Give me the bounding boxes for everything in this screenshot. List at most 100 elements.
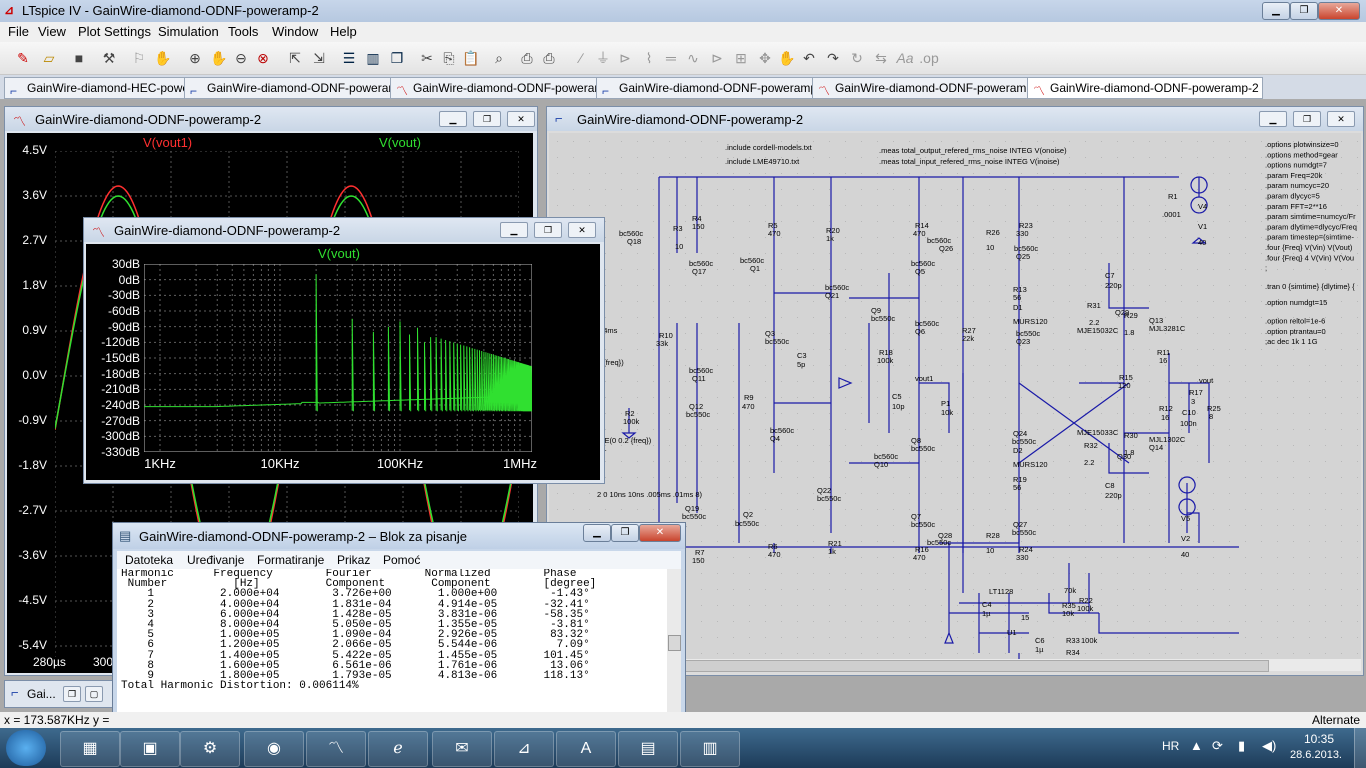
menu-formatiranje[interactable]: Formatiranje (257, 553, 324, 567)
component-label[interactable]: D2 (1013, 446, 1023, 455)
undo-icon[interactable]: ↶ (798, 48, 820, 68)
component-label[interactable]: R29 (1124, 311, 1138, 320)
tile-horizontal-icon[interactable]: ☰ (338, 48, 360, 68)
component-label[interactable]: 40 (1181, 550, 1189, 559)
component-label[interactable]: 120 (1118, 381, 1131, 390)
menu-help[interactable]: Help (330, 24, 357, 39)
option-directive[interactable]: .options numdgt=7 (1265, 161, 1327, 170)
copy-icon[interactable]: ⎘ (438, 48, 460, 68)
component-label[interactable]: R12 (1159, 404, 1173, 413)
component-label[interactable]: 10k (1062, 609, 1074, 618)
component-label[interactable]: MJE15033C (1077, 428, 1119, 437)
component-label[interactable]: C7 (1105, 271, 1115, 280)
minimize-button[interactable]: ▁ (1262, 2, 1290, 20)
clock-time[interactable]: 10:35 (1304, 732, 1334, 746)
media-player-icon[interactable]: ▣ (120, 731, 180, 767)
zoom-out-icon[interactable]: ⊖ (230, 48, 252, 68)
zoom-in-icon[interactable]: ⊕ (184, 48, 206, 68)
menu-pomoc[interactable]: Pomoć (383, 553, 420, 567)
component-label[interactable]: bc550c (911, 444, 935, 453)
component-label[interactable]: D1 (1013, 303, 1023, 312)
component-label[interactable]: bc550c (686, 410, 710, 419)
option-directive[interactable]: .param FFT=2**16 (1265, 202, 1327, 211)
component-label[interactable]: V4 (1198, 202, 1207, 211)
component-label[interactable]: 470 (742, 402, 755, 411)
option-directive[interactable]: .option reltol=1e-6 (1265, 317, 1325, 326)
component-label[interactable]: MJE15032C (1077, 326, 1119, 335)
component-label[interactable]: Q4 (770, 434, 780, 443)
window-titlebar[interactable]: 〽 GainWire-diamond-ODNF-poweramp-2 ▁ ❐ ✕ (84, 218, 604, 242)
maximize-button[interactable]: ❐ (534, 222, 562, 238)
component-label[interactable]: vout (1199, 376, 1214, 385)
component-label[interactable]: 100n (1180, 419, 1197, 428)
component-label[interactable]: Q1 (750, 264, 760, 273)
save-icon[interactable]: ■ (68, 48, 90, 68)
component-label[interactable]: 10p (892, 402, 905, 411)
find-icon[interactable]: ⌕ (488, 48, 510, 68)
component-label[interactable]: 10 (675, 242, 683, 251)
autorange-icon[interactable]: ⇱ (284, 48, 306, 68)
trace-label-vout[interactable]: V(vout) (318, 246, 360, 261)
component-label[interactable]: bc550c (911, 520, 935, 529)
tab-plot-active[interactable]: 〽 GainWire-diamond-ODNF-poweramp-2 (1027, 77, 1263, 99)
option-directive[interactable]: .param simtime=numcyc/Fr (1265, 212, 1356, 221)
directive-text[interactable]: .meas total_input_refered_rms_noise INTE… (879, 157, 1060, 166)
component-label[interactable]: R3 (673, 224, 683, 233)
option-directive[interactable]: .tran 0 {simtime} {dlytime} { (1265, 282, 1355, 291)
component-label[interactable]: 10 (986, 546, 994, 555)
component-label[interactable]: Q21 (825, 291, 839, 300)
rotate-icon[interactable]: ↻ (846, 48, 868, 68)
component-label[interactable]: V1 (1198, 222, 1207, 231)
component-label[interactable]: 10 (986, 243, 994, 252)
close-button[interactable]: ✕ (507, 111, 535, 127)
run-icon[interactable]: ⚐ (128, 48, 150, 68)
component-label[interactable]: MJL3281C (1149, 324, 1186, 333)
component-label[interactable]: 56 (1013, 293, 1021, 302)
mirror-icon[interactable]: ⇆ (870, 48, 892, 68)
component-label[interactable]: Q14 (1149, 443, 1163, 452)
component-label[interactable]: Q17 (692, 267, 706, 276)
component-label[interactable]: 470 (913, 553, 926, 562)
component-label[interactable]: 330 (1016, 553, 1029, 562)
component-label[interactable]: 5p (797, 360, 805, 369)
maximize-button[interactable]: ❐ (473, 111, 501, 127)
maximize-button[interactable]: ▢ (85, 686, 103, 702)
app-gear-icon[interactable]: ⚙ (180, 731, 240, 767)
minimize-button[interactable]: ▁ (1259, 111, 1287, 127)
menu-prikaz[interactable]: Prikaz (337, 553, 370, 567)
component-label[interactable]: Q23 (1016, 337, 1030, 346)
component-label[interactable]: bc550c (1012, 437, 1036, 446)
fft-plot-window[interactable]: 〽 GainWire-diamond-ODNF-poweramp-2 ▁ ❐ ✕… (83, 217, 605, 484)
option-directive[interactable]: ;ac dec 1k 1 1G (1265, 337, 1318, 346)
component-label[interactable]: R26 (986, 228, 1000, 237)
option-directive[interactable]: .param dlycyc=5 (1265, 192, 1320, 201)
component-label[interactable]: R33 (1066, 636, 1080, 645)
component-label[interactable]: R9 (744, 393, 754, 402)
component-label[interactable]: Q28 (938, 531, 952, 540)
show-desktop-button[interactable] (1354, 728, 1366, 768)
menu-uredivanje[interactable]: Uređivanje (187, 553, 244, 567)
zoom-full-icon[interactable]: ⇲ (308, 48, 330, 68)
component-icon[interactable]: ⊞ (730, 48, 752, 68)
component-label[interactable]: MURS120 (1013, 460, 1048, 469)
component-label[interactable]: Q6 (915, 327, 925, 336)
component-label[interactable]: U1 (1007, 628, 1017, 637)
menu-datoteka[interactable]: Datoteka (125, 553, 173, 567)
network-icon[interactable]: ▮ (1238, 738, 1245, 754)
component-label[interactable]: V5 (1181, 514, 1190, 523)
component-label[interactable]: 220p (1105, 491, 1122, 500)
option-directive[interactable]: .four {Freq} V(Vin) V(Vout) (1265, 243, 1353, 252)
option-directive[interactable]: .options plotwinsize=0 (1265, 140, 1339, 149)
component-label[interactable]: Q30 (1117, 452, 1131, 461)
component-label[interactable]: C10 (1182, 408, 1196, 417)
windows-explorer-icon[interactable]: ▦ (60, 731, 120, 767)
component-label[interactable]: 150 (692, 556, 705, 565)
move-icon[interactable]: ✥ (754, 48, 776, 68)
start-button[interactable] (6, 730, 46, 766)
outlook-icon[interactable]: ✉ (432, 731, 492, 767)
control-panel-icon[interactable]: ⚒ (98, 48, 120, 68)
minimize-button[interactable]: ▁ (500, 222, 528, 238)
component-label[interactable]: 8 (1209, 412, 1213, 421)
component-label[interactable]: R32 (1084, 441, 1098, 450)
component-label[interactable]: C8 (1105, 481, 1115, 490)
